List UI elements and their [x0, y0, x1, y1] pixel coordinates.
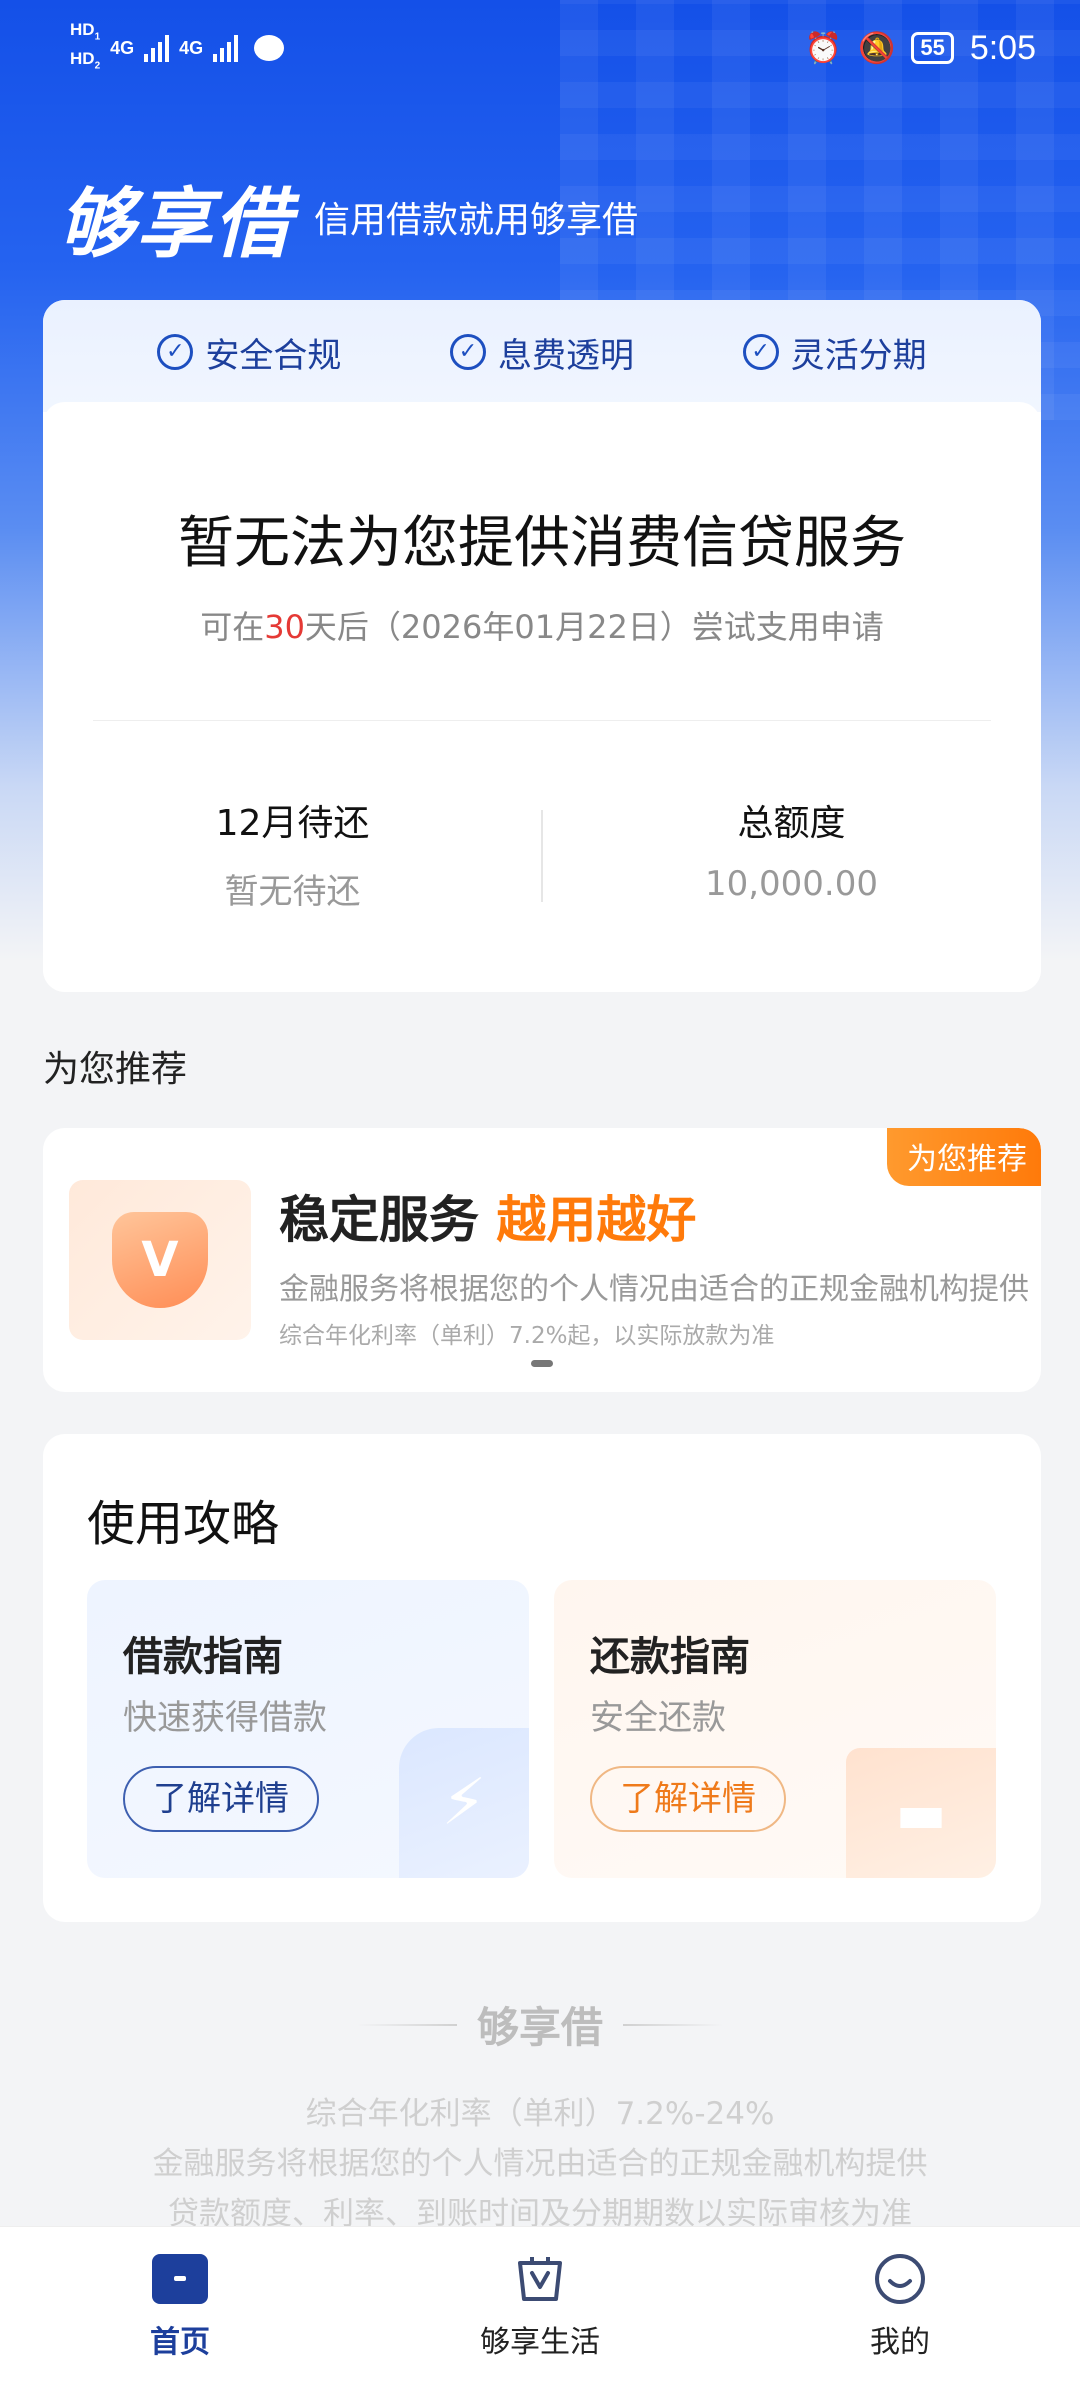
badge-installment: ✓ 灵活分期 — [742, 328, 927, 377]
brand-slogan: 信用借款就用够享借 — [314, 200, 639, 241]
service-image: V — [69, 1180, 251, 1340]
clock: 5:05 — [969, 28, 1036, 67]
signal-icon-2 — [213, 34, 239, 62]
hd-indicator: HD1 HD2 — [70, 19, 101, 72]
footer-disclaimer: 金融服务将根据您的个人情况由适合的正规金融机构提供 — [152, 2146, 928, 2182]
days-count: 30 — [264, 608, 305, 646]
lightning-shield-icon: ⚡ — [399, 1728, 529, 1878]
check-circle-icon: ✓ — [157, 334, 194, 370]
brand-header: 够享借 信用借款就用够享借 — [58, 162, 638, 272]
recommend-tag: 为您推荐 — [887, 1128, 1041, 1186]
repayment-due-stat[interactable]: 12月待还 暂无待还 — [43, 794, 542, 913]
check-circle-icon: ✓ — [742, 334, 779, 370]
smiley-icon — [872, 2251, 928, 2307]
guide-title: 使用攻略 — [87, 1496, 280, 1552]
divider — [93, 720, 991, 721]
home-icon — [152, 2254, 208, 2304]
borrow-guide[interactable]: 借款指南 快速获得借款 了解详情 ⚡ — [87, 1580, 529, 1878]
network-type-2: 4G — [179, 37, 204, 58]
message-icon — [254, 35, 285, 61]
badge-compliant: ✓ 安全合规 — [157, 328, 341, 377]
footer-rate: 综合年化利率（单利）7.2%-24% — [305, 2096, 775, 2132]
bottom-navigation: 首页 够享生活 我的 — [0, 2226, 1080, 2400]
bell-muted-icon: 🔕 — [857, 31, 896, 65]
nav-life[interactable]: 够享生活 — [360, 2227, 720, 2400]
signal-icon — [144, 34, 170, 62]
guide-card: 使用攻略 借款指南 快速获得借款 了解详情 ⚡ 还款指南 安全还款 了解详情 ▬ — [43, 1434, 1041, 1922]
footer-brand: 够享借 — [0, 1994, 1080, 2055]
card-stack-icon: ▬ — [846, 1748, 996, 1878]
carousel-indicator — [531, 1360, 553, 1367]
status-subtitle: 可在30天后（2026年01月22日）尝试支用申请 — [200, 608, 884, 646]
trust-badges: ✓ 安全合规 ✓ 息费透明 ✓ 灵活分期 — [43, 300, 1041, 412]
total-credit-stat[interactable]: 总额度 10,000.00 — [542, 794, 1041, 904]
banner-rate-note: 综合年化利率（单利）7.2%起，以实际放款为准 — [279, 1323, 775, 1349]
nav-home[interactable]: 首页 — [0, 2227, 360, 2400]
nav-profile[interactable]: 我的 — [720, 2227, 1080, 2400]
brand-logo: 够享借 — [58, 179, 292, 268]
check-circle-icon: ✓ — [449, 334, 486, 370]
network-type-1: 4G — [110, 37, 135, 58]
recommend-banner[interactable]: 为您推荐 V 稳定服务 越用越好 金融服务将根据您的个人情况由适合的正规金融机构… — [43, 1128, 1041, 1392]
status-title: 暂无法为您提供消费信贷服务 — [178, 511, 906, 576]
banner-title: 稳定服务 越用越好 — [279, 1191, 697, 1249]
recommend-section-title: 为您推荐 — [43, 1049, 188, 1090]
shopping-bag-icon — [512, 2251, 568, 2307]
battery-icon: 55 — [911, 32, 954, 64]
shield-check-icon: V — [112, 1212, 208, 1308]
repay-guide[interactable]: 还款指南 安全还款 了解详情 ▬ — [554, 1580, 996, 1878]
borrow-guide-details-button[interactable]: 了解详情 — [123, 1766, 319, 1832]
banner-description: 金融服务将根据您的个人情况由适合的正规金融机构提供 — [279, 1272, 1029, 1307]
status-bar: HD1 HD2 4G 4G ⏰ 🔕 55 5:05 — [0, 0, 1080, 96]
badge-transparent: ✓ 息费透明 — [449, 328, 634, 377]
alarm-icon: ⏰ — [804, 31, 842, 65]
credit-status-card: ✓ 安全合规 ✓ 息费透明 ✓ 灵活分期 暂无法为您提供消费信贷服务 可在30天… — [43, 300, 1041, 992]
repay-guide-details-button[interactable]: 了解详情 — [590, 1766, 786, 1832]
